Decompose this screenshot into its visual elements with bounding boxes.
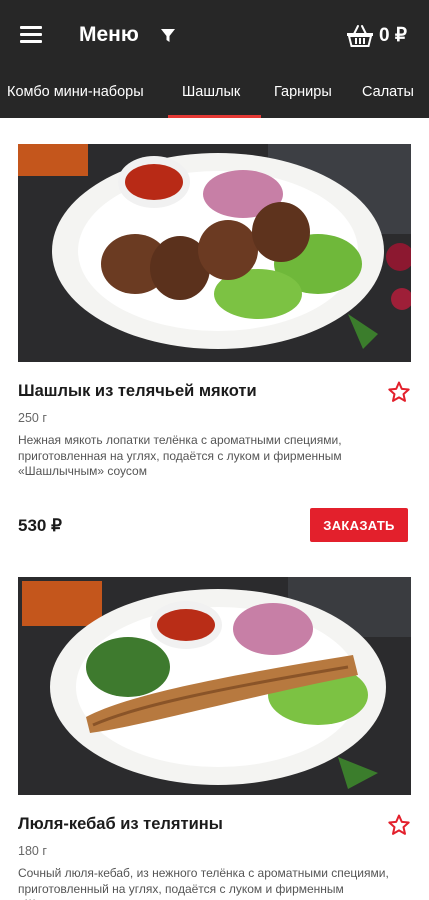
menu-icon[interactable] <box>20 26 42 43</box>
product-card: Шашлык из телячьей мякоти 250 г Нежная м… <box>18 144 411 544</box>
basket-icon[interactable] <box>346 24 374 48</box>
product-name[interactable]: Шашлык из телячьей мякоти <box>18 382 257 401</box>
app-header: Меню 0 ₽ <box>0 0 429 72</box>
star-icon[interactable] <box>387 813 411 837</box>
filter-icon[interactable] <box>160 28 176 44</box>
product-weight: 180 г <box>18 844 47 858</box>
tab-shashlik[interactable]: Шашлык <box>182 84 240 100</box>
product-description: Нежная мякоть лопатки телёнка с ароматны… <box>18 433 342 478</box>
cart-total[interactable]: 0 ₽ <box>379 24 407 47</box>
product-name[interactable]: Люля-кебаб из телятины <box>18 815 223 834</box>
page-title: Меню <box>79 23 139 46</box>
category-tabs: Комбо мини-наборы Шашлык Гарниры Салаты <box>0 72 429 118</box>
star-icon[interactable] <box>387 380 411 404</box>
product-card: Люля-кебаб из телятины 180 г Сочный люля… <box>18 577 411 900</box>
product-photo[interactable] <box>18 144 411 362</box>
active-tab-indicator <box>168 115 261 118</box>
product-price: 530 ₽ <box>18 516 62 535</box>
order-button[interactable]: ЗАКАЗАТЬ <box>310 508 408 542</box>
product-photo[interactable] <box>18 577 411 795</box>
product-weight: 250 г <box>18 411 47 425</box>
tab-combo[interactable]: Комбо мини-наборы <box>7 84 144 100</box>
tab-garnish[interactable]: Гарниры <box>274 84 332 100</box>
product-description: Сочный люля-кебаб, из нежного телёнка с … <box>18 866 389 900</box>
tab-salads[interactable]: Салаты <box>362 84 414 100</box>
